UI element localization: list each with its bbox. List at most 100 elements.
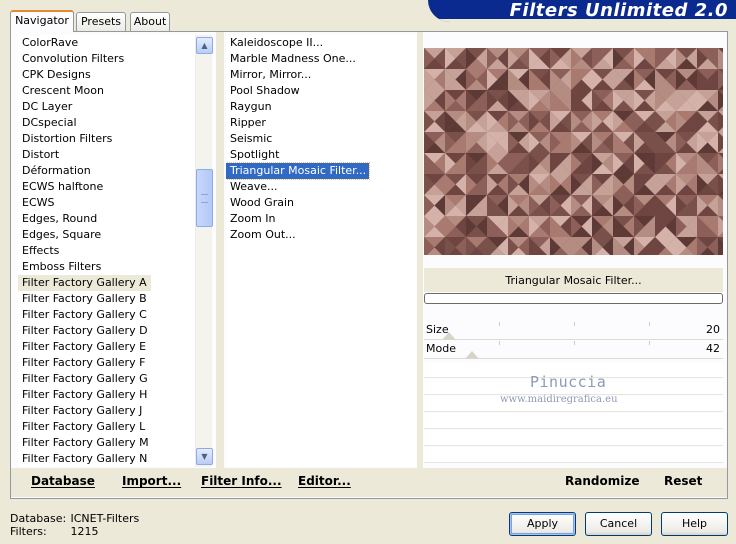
category-item-label: Filter Factory Gallery J (22, 404, 143, 417)
editor-button[interactable]: Editor... (298, 474, 351, 488)
banner-title: Filters Unlimited 2.0 (509, 0, 728, 21)
scroll-down-button[interactable]: ▼ (196, 448, 213, 465)
filter-item-label: Spotlight (230, 148, 280, 161)
category-item[interactable]: Crescent Moon (18, 83, 196, 99)
status-database-value: ICNET-Filters (70, 512, 140, 525)
category-item[interactable]: Filter Factory Gallery B (18, 291, 196, 307)
filter-item[interactable]: Ripper (226, 115, 416, 131)
progress-bar (424, 293, 723, 304)
category-item[interactable]: DCspecial (18, 115, 196, 131)
filter-item[interactable]: Wood Grain (226, 195, 416, 211)
category-item[interactable]: ColorRave (18, 35, 196, 51)
category-item[interactable]: Convolution Filters (18, 51, 196, 67)
category-item[interactable]: Edges, Round (18, 211, 196, 227)
scroll-up-button[interactable]: ▲ (196, 37, 213, 54)
import-button[interactable]: Import... (122, 474, 181, 488)
category-item-label: ColorRave (22, 36, 79, 49)
category-item-label: DCspecial (22, 116, 77, 129)
size-slider[interactable] (424, 322, 723, 340)
category-item-label: Emboss Filters (22, 260, 102, 273)
list-divider (216, 32, 224, 468)
param-row-size[interactable]: Size 20 (424, 322, 723, 340)
randomize-button[interactable]: Randomize (565, 474, 639, 488)
param-value-size: 20 (706, 323, 720, 336)
filter-item-label: Mirror, Mirror... (230, 68, 312, 81)
category-item[interactable]: Filter Factory Gallery J (18, 403, 196, 419)
empty-param-row (424, 413, 723, 429)
filter-item[interactable]: Pool Shadow (226, 83, 416, 99)
category-item[interactable]: Filter Factory Gallery D (18, 323, 196, 339)
category-item[interactable]: Filter Factory Gallery C (18, 307, 196, 323)
tab-navigator[interactable]: Navigator (10, 10, 74, 32)
category-item-label: Filter Factory Gallery H (22, 388, 148, 401)
filter-item[interactable]: Raygun (226, 99, 416, 115)
category-item-label: Filter Factory Gallery G (22, 372, 148, 385)
filter-item[interactable]: Zoom In (226, 211, 416, 227)
category-item[interactable]: ECWS (18, 195, 196, 211)
scroll-thumb[interactable] (196, 169, 213, 227)
category-item[interactable]: Edges, Square (18, 227, 196, 243)
filter-item[interactable]: Weave... (226, 179, 416, 195)
category-item[interactable]: Filter Factory Gallery A (18, 275, 196, 291)
filter-item[interactable]: Marble Madness One... (226, 51, 416, 67)
category-item-label: Filter Factory Gallery B (22, 292, 147, 305)
tab-presets[interactable]: Presets (76, 12, 126, 31)
filter-item-label: Seismic (230, 132, 273, 145)
filter-item[interactable]: Mirror, Mirror... (226, 67, 416, 83)
category-item-label: Filter Factory Gallery D (22, 324, 148, 337)
category-item-label: Distortion Filters (22, 132, 113, 145)
category-item-label: Effects (22, 244, 60, 257)
category-item[interactable]: Filter Factory Gallery G (18, 371, 196, 387)
mode-slider[interactable] (424, 341, 723, 359)
watermark-url: www.maidiregrafica.eu (500, 394, 618, 405)
filter-item[interactable]: Spotlight (226, 147, 416, 163)
category-item[interactable]: Filter Factory Gallery F (18, 355, 196, 371)
status-area: Database: ICNET-Filters Filters: 1215 (10, 512, 139, 538)
filter-item[interactable]: Zoom Out... (226, 227, 416, 243)
filter-item-label: Zoom In (230, 212, 276, 225)
category-item[interactable]: Déformation (18, 163, 196, 179)
category-item-label: Convolution Filters (22, 52, 125, 65)
category-item[interactable]: Distortion Filters (18, 131, 196, 147)
category-item[interactable]: Filter Factory Gallery L (18, 419, 196, 435)
category-item-label: ECWS (22, 196, 55, 209)
filter-item[interactable]: Triangular Mosaic Filter... (226, 162, 416, 180)
category-item[interactable]: Filter Factory Gallery H (18, 387, 196, 403)
status-database-label: Database: (10, 512, 67, 525)
empty-param-row (424, 430, 723, 446)
category-item[interactable]: Filter Factory Gallery N (18, 451, 196, 467)
category-item-label: Filter Factory Gallery M (22, 436, 149, 449)
category-item[interactable]: DC Layer (18, 99, 196, 115)
help-button[interactable]: Help (661, 512, 728, 536)
reset-button[interactable]: Reset (664, 474, 702, 488)
category-item-label: Edges, Square (22, 228, 102, 241)
filter-item-label: Zoom Out... (230, 228, 296, 241)
list-divider (417, 32, 423, 468)
database-button[interactable]: Database (31, 474, 95, 488)
filter-name-label: Triangular Mosaic Filter... (424, 268, 723, 292)
category-item[interactable]: Filter Factory Gallery E (18, 339, 196, 355)
category-item[interactable]: Filter Factory Gallery M (18, 435, 196, 451)
filter-list[interactable]: Kaleidoscope II... Marble Madness One... M… (226, 35, 416, 467)
filter-info-button[interactable]: Filter Info... (201, 474, 282, 488)
category-scrollbar[interactable]: ▲ ▼ (195, 35, 213, 467)
category-item-label: Distort (22, 148, 60, 161)
category-item[interactable]: Effects (18, 243, 196, 259)
param-row-mode[interactable]: Mode 42 (424, 341, 723, 359)
title-banner: Filters Unlimited 2.0 (428, 0, 736, 22)
category-item[interactable]: Emboss Filters (18, 259, 196, 275)
category-list[interactable]: ColorRave Convolution Filters CPK Designs C… (18, 35, 196, 467)
apply-button[interactable]: Apply (509, 512, 576, 536)
category-item[interactable]: Distort (18, 147, 196, 163)
filter-item-label: Marble Madness One... (230, 52, 356, 65)
category-item[interactable]: ECWS halftone (18, 179, 196, 195)
filter-item[interactable]: Seismic (226, 131, 416, 147)
filter-item-label: Pool Shadow (230, 84, 300, 97)
cancel-button[interactable]: Cancel (585, 512, 652, 536)
category-item[interactable]: CPK Designs (18, 67, 196, 83)
tab-about[interactable]: About (130, 12, 170, 31)
filter-item-label: Kaleidoscope II... (230, 36, 324, 49)
preview-image (424, 48, 723, 255)
filter-item[interactable]: Kaleidoscope II... (226, 35, 416, 51)
mode-slider-marker[interactable] (465, 351, 479, 359)
